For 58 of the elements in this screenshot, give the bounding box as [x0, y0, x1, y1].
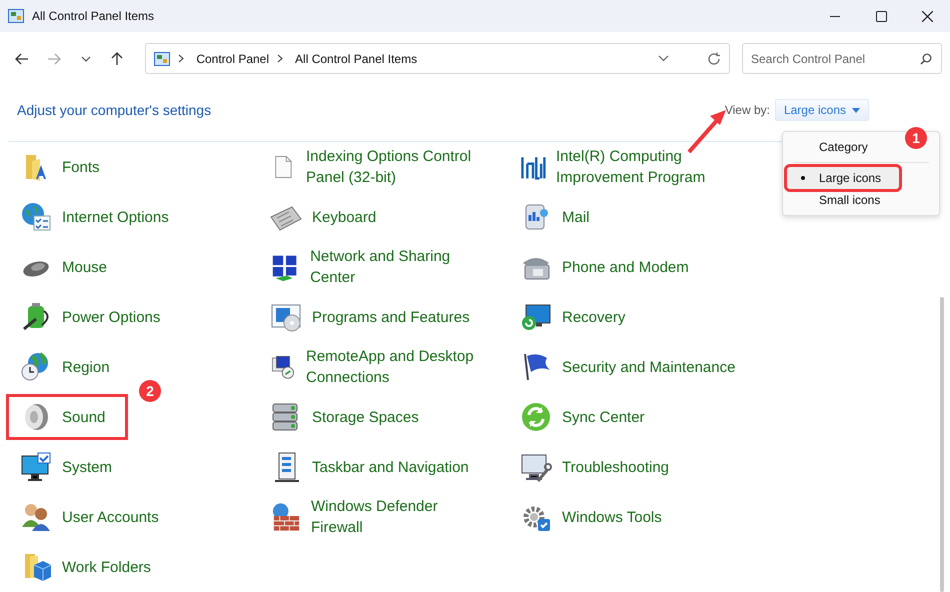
chevron-down-icon[interactable] [658, 55, 669, 62]
control-panel-icon [8, 9, 24, 23]
control-panel-item[interactable]: Mouse [62, 256, 108, 278]
globe-checklist-icon [20, 201, 52, 233]
control-panel-item[interactable]: Taskbar and Navigation [312, 456, 469, 478]
control-panel-item[interactable]: Phone and Modem [562, 256, 689, 278]
control-panel-item[interactable]: User Accounts [62, 506, 159, 528]
chevron-right-icon [178, 54, 184, 63]
search-field[interactable]: Search Control Panel [742, 43, 942, 74]
control-panel-item[interactable]: Windows Tools [562, 506, 662, 528]
menu-item[interactable]: Category [787, 136, 899, 158]
control-panel-item[interactable]: Programs and Features [312, 306, 470, 328]
two-users-icon [20, 501, 52, 533]
forward-arrow-icon [46, 52, 61, 64]
view-by-label: View by: [724, 103, 770, 117]
caret-icon [852, 108, 860, 112]
control-panel-item[interactable]: Internet Options [62, 206, 169, 228]
control-panel-icon [154, 52, 170, 66]
breadcrumb[interactable]: All Control Panel Items [295, 52, 418, 66]
control-panel-item[interactable]: Keyboard [312, 206, 376, 228]
search-icon [920, 53, 932, 65]
refresh-icon[interactable] [706, 52, 721, 66]
control-panel-item[interactable]: Fonts [62, 156, 100, 178]
control-panel-item[interactable]: Recovery [562, 306, 626, 328]
maximize-icon [876, 10, 886, 22]
window-title: All Control Panel Items [32, 9, 156, 23]
menu-item[interactable]: Small icons [787, 189, 899, 211]
control-panel-item[interactable]: Sound [62, 406, 106, 428]
up-arrow-icon [111, 52, 124, 66]
control-panel-item[interactable]: Network and Sharing Center [310, 246, 488, 288]
control-panel-item[interactable]: Intel(R) Computing Improvement Program [556, 146, 738, 188]
control-panel-item[interactable]: RemoteApp and Desktop Connections [306, 346, 488, 388]
control-panel-item[interactable]: Sync Center [562, 406, 645, 428]
address-bar[interactable]: Control Panel All Control Panel Items [145, 43, 730, 74]
chevron-down-icon [80, 56, 91, 62]
control-panel-item[interactable]: Security and Maintenance [562, 356, 736, 378]
control-panel-item[interactable]: Mail [562, 206, 590, 228]
bullet-icon [801, 176, 805, 180]
control-panel-item[interactable]: Windows Defender Firewall [311, 496, 488, 538]
close-icon [922, 10, 932, 22]
brick-wall-globe-icon [270, 501, 302, 533]
control-panel-item[interactable]: Power Options [62, 306, 160, 328]
breadcrumb[interactable]: Control Panel [196, 52, 270, 66]
step-badge: 1 [905, 127, 927, 149]
control-panel-item[interactable]: Storage Spaces [312, 406, 419, 428]
control-panel-item[interactable]: Indexing Options Control Panel (32-bit) [306, 146, 488, 188]
step-badge: 2 [139, 380, 161, 402]
page-heading: Adjust your computer's settings [17, 102, 212, 118]
control-panel-item[interactable]: Work Folders [62, 556, 151, 578]
sync-arrows-icon [520, 401, 552, 433]
monitor-check-icon [20, 451, 52, 483]
back-arrow-icon [14, 52, 29, 64]
control-panel-item[interactable]: System [62, 456, 112, 478]
control-panel-item[interactable]: Region [62, 356, 110, 378]
view-by-dropdown[interactable]: Large icons [774, 99, 869, 121]
chevron-right-icon [277, 54, 284, 63]
control-panel-item[interactable]: Troubleshooting [562, 456, 670, 478]
menu-item[interactable]: Large icons [787, 167, 899, 189]
